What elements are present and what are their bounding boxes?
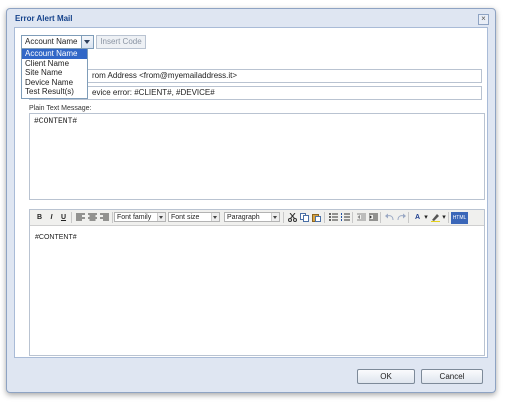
dropdown-option-test-results[interactable]: Test Result(s) [22, 87, 87, 97]
placeholder-dropdown-list: Account Name Client Name Site Name Devic… [21, 48, 88, 99]
rich-text-editor: B I U Font family Font size Paragraph A … [29, 209, 485, 356]
rich-text-content[interactable]: #CONTENT# [35, 234, 77, 241]
ok-button[interactable]: OK [357, 369, 415, 384]
format-select[interactable]: Paragraph [224, 212, 280, 222]
toolbar-separator [324, 212, 325, 223]
insert-code-button[interactable]: Insert Code [96, 35, 146, 49]
indent-icon[interactable] [367, 212, 380, 224]
dropdown-option-site-name[interactable]: Site Name [22, 68, 87, 78]
toolbar-separator [112, 212, 113, 223]
paste-icon[interactable] [310, 212, 323, 224]
numbered-list-icon[interactable] [339, 212, 352, 224]
dropdown-option-account-name[interactable]: Account Name [22, 49, 87, 59]
toolbar-separator [352, 212, 353, 223]
placeholder-select[interactable]: Account Name [21, 35, 90, 49]
toolbar-separator [448, 212, 449, 223]
redo-icon[interactable] [395, 212, 408, 224]
toolbar-separator [71, 212, 72, 223]
from-field[interactable]: rom Address <from@myemailaddress.it> [29, 69, 482, 83]
font-size-select[interactable]: Font size [168, 212, 220, 222]
align-right-icon[interactable] [98, 212, 111, 224]
toolbar-separator [408, 212, 409, 223]
format-label: Paragraph [227, 214, 260, 221]
toolbar-separator [283, 212, 284, 223]
font-family-select[interactable]: Font family [114, 212, 166, 222]
error-alert-mail-dialog: Error Alert Mail × Account Name Insert C… [6, 8, 496, 393]
subject-field[interactable]: evice error: #CLIENT#, #DEVICE# [29, 86, 482, 100]
close-icon[interactable]: × [478, 14, 489, 25]
dialog-title: Error Alert Mail [15, 14, 73, 23]
chevron-down-icon[interactable]: ▾ [440, 212, 448, 224]
plain-text-label: Plain Text Message: [29, 105, 92, 112]
cancel-button[interactable]: Cancel [421, 369, 483, 384]
toolbar-separator [380, 212, 381, 223]
font-family-label: Font family [117, 214, 152, 221]
editor-toolbar: B I U Font family Font size Paragraph A … [30, 210, 484, 226]
underline-button[interactable]: U [57, 212, 70, 224]
dropdown-option-client-name[interactable]: Client Name [22, 59, 87, 69]
dropdown-option-device-name[interactable]: Device Name [22, 78, 87, 88]
dialog-body: Account Name Insert Code Account Name Cl… [14, 27, 488, 358]
font-size-label: Font size [171, 214, 200, 221]
html-source-button[interactable]: HTML [451, 212, 468, 224]
chevron-down-icon[interactable] [81, 35, 94, 49]
plain-text-message-input[interactable]: #CONTENT# [29, 113, 485, 200]
